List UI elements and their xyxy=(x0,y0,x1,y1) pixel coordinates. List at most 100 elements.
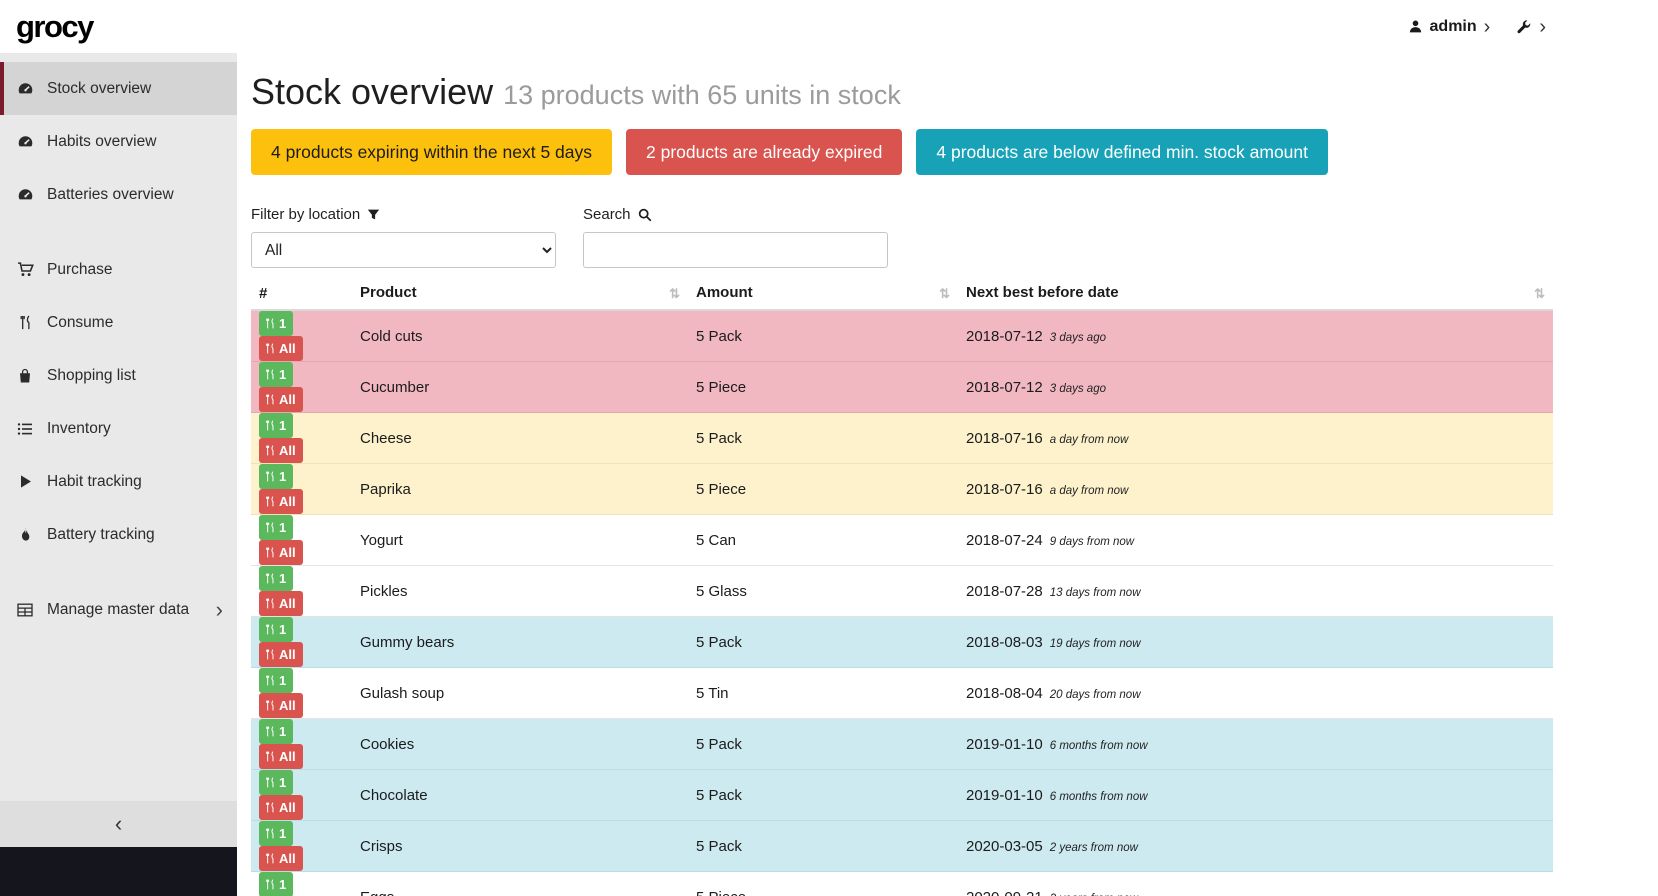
consume-all-button[interactable]: All xyxy=(259,489,303,514)
cutlery-icon xyxy=(266,471,275,482)
consume-one-button[interactable]: 1 xyxy=(259,362,293,387)
consume-all-button[interactable]: All xyxy=(259,591,303,616)
stock-table-body: 1AllCold cuts5 Pack2018-07-123 days ago1… xyxy=(251,310,1553,896)
chevron-left-icon: ‹ xyxy=(115,811,122,837)
table-row: 1AllCookies5 Pack2019-01-106 months from… xyxy=(251,719,1553,770)
time-ago-note: 2 years from now xyxy=(1050,842,1138,854)
sidebar-collapse-button[interactable]: ‹ xyxy=(0,801,237,847)
sidebar-item-habits-overview[interactable]: Habits overview xyxy=(0,115,237,168)
column-header-product[interactable]: Product⇅ xyxy=(352,280,688,310)
product-amount: 5 Can xyxy=(688,515,958,566)
user-menu[interactable]: admin › xyxy=(1408,16,1491,37)
cutlery-icon xyxy=(16,315,34,330)
chevron-right-icon: › xyxy=(216,599,223,621)
sidebar-item-shopping-list[interactable]: Shopping list xyxy=(0,349,237,402)
dashboard-icon xyxy=(16,133,34,150)
consume-one-button[interactable]: 1 xyxy=(259,770,293,795)
product-name: Gulash soup xyxy=(352,668,688,719)
consume-all-button[interactable]: All xyxy=(259,387,303,412)
row-actions: 1All xyxy=(251,362,352,413)
cutlery-icon xyxy=(266,318,275,329)
cutlery-icon xyxy=(266,420,275,431)
sidebar-item-purchase[interactable]: Purchase xyxy=(0,243,237,296)
table-row: 1AllPickles5 Glass2018-07-2813 days from… xyxy=(251,566,1553,617)
cutlery-icon xyxy=(266,828,275,839)
consume-all-button[interactable]: All xyxy=(259,846,303,871)
table-controls: Filter by location All Search xyxy=(251,206,1553,268)
cutlery-icon xyxy=(266,343,275,354)
cutlery-icon xyxy=(266,700,275,711)
sidebar-item-label: Shopping list xyxy=(47,367,136,385)
consume-one-button[interactable]: 1 xyxy=(259,413,293,438)
location-filter-select[interactable]: All xyxy=(251,232,556,268)
product-amount: 5 Glass xyxy=(688,566,958,617)
product-name: Paprika xyxy=(352,464,688,515)
cutlery-icon xyxy=(266,573,275,584)
column-header-next-best-before-date[interactable]: Next best before date⇅ xyxy=(958,280,1553,310)
chevron-right-icon: › xyxy=(1539,16,1546,37)
product-name: Eggs xyxy=(352,872,688,896)
app-logo[interactable]: grocy xyxy=(16,9,93,45)
row-actions: 1All xyxy=(251,566,352,617)
fire-icon xyxy=(16,527,34,542)
sidebar-item-habit-tracking[interactable]: Habit tracking xyxy=(0,455,237,508)
best-before-date: 2019-01-106 months from now xyxy=(958,770,1553,821)
app-root: grocy admin › › Stock overviewHabits ove… xyxy=(0,0,1658,896)
sidebar-item-manage-master-data[interactable]: Manage master data› xyxy=(0,583,237,636)
main-content: Stock overview 13 products with 65 units… xyxy=(237,53,1658,896)
sidebar-item-inventory[interactable]: Inventory xyxy=(0,402,237,455)
consume-all-button[interactable]: All xyxy=(259,336,303,361)
table-icon xyxy=(16,602,34,618)
sidebar-item-label: Battery tracking xyxy=(47,526,155,544)
sidebar-item-battery-tracking[interactable]: Battery tracking xyxy=(0,508,237,561)
consume-all-button[interactable]: All xyxy=(259,642,303,667)
table-row: 1AllCold cuts5 Pack2018-07-123 days ago xyxy=(251,310,1553,362)
consume-one-button[interactable]: 1 xyxy=(259,464,293,489)
table-row: 1AllGulash soup5 Tin2018-08-0420 days fr… xyxy=(251,668,1553,719)
consume-one-button[interactable]: 1 xyxy=(259,872,293,896)
consume-one-button[interactable]: 1 xyxy=(259,311,293,336)
settings-menu[interactable]: › xyxy=(1516,16,1546,37)
best-before-date: 2018-07-16a day from now xyxy=(958,413,1553,464)
consume-all-button[interactable]: All xyxy=(259,438,303,463)
consume-all-button[interactable]: All xyxy=(259,744,303,769)
sidebar-item-stock-overview[interactable]: Stock overview xyxy=(0,62,237,115)
cutlery-icon xyxy=(266,675,275,686)
product-amount: 5 Pack xyxy=(688,770,958,821)
consume-one-button[interactable]: 1 xyxy=(259,617,293,642)
cutlery-icon xyxy=(266,777,275,788)
alert-warning-button[interactable]: 4 products expiring within the next 5 da… xyxy=(251,129,612,175)
product-amount: 5 Pack xyxy=(688,310,958,362)
consume-all-button[interactable]: All xyxy=(259,795,303,820)
consume-all-button[interactable]: All xyxy=(259,540,303,565)
sidebar-item-consume[interactable]: Consume xyxy=(0,296,237,349)
table-row: 1AllGummy bears5 Pack2018-08-0319 days f… xyxy=(251,617,1553,668)
consume-one-button[interactable]: 1 xyxy=(259,821,293,846)
time-ago-note: 13 days from now xyxy=(1050,587,1141,599)
cart-icon xyxy=(16,261,34,278)
time-ago-note: a day from now xyxy=(1050,434,1129,446)
row-actions: 1All xyxy=(251,464,352,515)
product-amount: 5 Pack xyxy=(688,617,958,668)
column-header-amount[interactable]: Amount⇅ xyxy=(688,280,958,310)
search-input[interactable] xyxy=(583,232,888,268)
consume-one-button[interactable]: 1 xyxy=(259,566,293,591)
product-amount: 5 Pack xyxy=(688,413,958,464)
product-name: Crisps xyxy=(352,821,688,872)
product-amount: 5 Tin xyxy=(688,668,958,719)
sort-icon: ⇅ xyxy=(669,284,680,302)
time-ago-note: 3 days ago xyxy=(1050,383,1106,395)
consume-one-button[interactable]: 1 xyxy=(259,668,293,693)
consume-one-button[interactable]: 1 xyxy=(259,515,293,540)
sidebar-footer xyxy=(0,847,237,896)
sidebar-item-batteries-overview[interactable]: Batteries overview xyxy=(0,168,237,221)
consume-all-button[interactable]: All xyxy=(259,693,303,718)
product-amount: 5 Piece xyxy=(688,464,958,515)
sidebar-item-label: Batteries overview xyxy=(47,186,174,204)
cutlery-icon xyxy=(266,624,275,635)
alert-danger-button[interactable]: 2 products are already expired xyxy=(626,129,902,175)
consume-one-button[interactable]: 1 xyxy=(259,719,293,744)
alert-info-button[interactable]: 4 products are below defined min. stock … xyxy=(916,129,1328,175)
sort-icon: ⇅ xyxy=(939,284,950,302)
table-row: 1AllChocolate5 Pack2019-01-106 months fr… xyxy=(251,770,1553,821)
